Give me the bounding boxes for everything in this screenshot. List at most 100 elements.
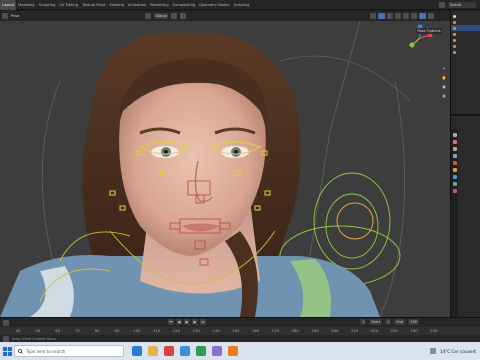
scene-selector: Scene	[439, 0, 476, 10]
current-frame-field[interactable]: 1	[360, 319, 367, 325]
system-tray: 14°C Cer couvert	[429, 342, 476, 360]
file-explorer-icon[interactable]	[148, 346, 158, 356]
timeline-tick-label: 90	[114, 328, 120, 333]
end-frame-field[interactable]: 250	[408, 319, 420, 325]
pose-options-button[interactable]: Pose Options	[416, 28, 442, 34]
start-frame-field[interactable]: 1	[385, 319, 392, 325]
zoom-icon[interactable]: +	[441, 66, 447, 72]
property-row[interactable]	[459, 147, 480, 155]
tab-layout[interactable]: Layout	[0, 0, 17, 10]
jump-end-icon[interactable]: ⏭	[200, 319, 206, 325]
blender-icon[interactable]	[228, 346, 238, 356]
transform-orientation-dropdown[interactable]: Global	[154, 13, 168, 19]
timeline-tick-label: 140	[212, 328, 220, 333]
windows-logo-icon	[2, 346, 12, 356]
timeline-tick-label: 230	[390, 328, 398, 333]
edge-browser-icon[interactable]	[180, 346, 190, 356]
overlay-icon[interactable]	[387, 13, 393, 19]
proportional-edit-icon[interactable]	[179, 13, 186, 19]
render-tab-icon[interactable]	[452, 140, 457, 144]
chrome-browser-icon[interactable]	[196, 346, 206, 356]
interaction-mode[interactable]: Pose	[11, 14, 19, 18]
frame-range: 1 Start 1 End 250	[360, 319, 420, 325]
hand-icon[interactable]: ✋	[441, 75, 447, 81]
timeline-tick-label: 210	[350, 328, 359, 333]
weather-icon[interactable]	[429, 348, 436, 354]
grid-icon[interactable]: ▦	[441, 93, 447, 99]
output-tab-icon[interactable]	[452, 147, 457, 151]
tab-rendering[interactable]: Rendering	[148, 0, 170, 10]
visibility-icon[interactable]	[370, 13, 376, 19]
timeline-editor-icon[interactable]	[3, 319, 9, 326]
properties-editor[interactable]	[451, 129, 480, 317]
tab-scripting[interactable]: Scripting	[231, 0, 251, 10]
timeline-tick-label: 150	[232, 328, 240, 333]
prev-keyframe-icon[interactable]: ◀	[176, 319, 182, 325]
timeline-tick-label: 160	[251, 328, 260, 333]
tool-tab-icon[interactable]	[452, 133, 457, 137]
material-shading-icon[interactable]	[411, 13, 417, 19]
timeline-tick-label: 190	[311, 328, 319, 333]
tab-shading[interactable]: Shading	[107, 0, 126, 10]
tab-modeling[interactable]: Modeling	[16, 0, 36, 10]
material-tab-icon[interactable]	[452, 189, 457, 193]
object-tab-icon[interactable]	[452, 168, 457, 172]
app-icon[interactable]	[212, 346, 222, 356]
object-icon	[453, 26, 456, 30]
timeline-tick-label: 250	[430, 328, 438, 333]
blender-window: Layout Modeling Sculpting UV Editing Tex…	[0, 0, 480, 360]
pivot-icon[interactable]	[145, 13, 152, 19]
weather-text[interactable]: 14°C Cer couvert	[440, 349, 476, 354]
timeline-ruler[interactable]: 40 50 60 70 80 90 100 110 120 130 140 150 160 170 180 1…	[0, 327, 480, 335]
shading-options-icon[interactable]	[428, 13, 434, 19]
right-pupil	[234, 150, 238, 154]
play-icon[interactable]: ▶	[184, 319, 190, 325]
jump-start-icon[interactable]: ⏮	[168, 319, 174, 325]
gizmo-toggle-icon[interactable]	[378, 13, 385, 19]
xray-icon[interactable]	[395, 13, 401, 19]
property-row[interactable]	[459, 139, 480, 147]
camera-icon[interactable]: ▣	[441, 84, 447, 90]
mail-icon[interactable]	[164, 346, 174, 356]
next-keyframe-icon[interactable]: ▶	[192, 319, 198, 325]
task-view-icon[interactable]	[132, 346, 142, 356]
tab-sculpting[interactable]: Sculpting	[37, 0, 58, 10]
scene-icon[interactable]	[439, 2, 445, 8]
left-pupil	[164, 150, 168, 154]
tab-texture-paint[interactable]: Texture Paint	[80, 0, 107, 10]
object-icon	[453, 38, 456, 42]
search-icon	[18, 348, 23, 354]
tab-compositing[interactable]: Compositing	[171, 0, 198, 10]
tab-geometry-nodes[interactable]: Geometry Nodes	[197, 0, 231, 10]
timeline-tick-label: 200	[331, 328, 339, 333]
modifier-tab-icon[interactable]	[452, 175, 457, 179]
tab-uv-editing[interactable]: UV Editing	[57, 0, 80, 10]
timeline-header: ⏮ ◀ ▶ ▶ ⏭ 1 Start 1 End 250	[0, 318, 480, 327]
timeline[interactable]: ⏮ ◀ ▶ ▶ ⏭ 1 Start 1 End 250 40 50 60 70 80 90…	[0, 317, 480, 342]
outliner-row[interactable]	[451, 49, 480, 55]
timeline-tick-label: 100	[133, 328, 141, 333]
end-frame-label: End	[394, 319, 406, 325]
status-bar: Drag Sheet Context Menu	[0, 335, 480, 342]
timeline-tick-label: 130	[192, 328, 200, 333]
timeline-tick-label: 80	[94, 328, 100, 333]
object-icon	[453, 20, 456, 24]
scene-tab-icon[interactable]	[452, 154, 457, 158]
snap-icon[interactable]	[170, 13, 177, 19]
property-row[interactable]	[459, 131, 480, 139]
world-tab-icon[interactable]	[452, 161, 457, 165]
solid-shading-icon[interactable]	[403, 13, 409, 19]
timeline-tick-label: 50	[35, 328, 41, 333]
taskbar-search-box[interactable]: Type here to search	[14, 345, 124, 357]
properties-body	[459, 131, 480, 155]
rendered-shading-icon[interactable]	[419, 13, 426, 19]
outliner[interactable]	[451, 11, 480, 116]
scene-name-field[interactable]: Scene	[448, 2, 476, 8]
3d-viewport[interactable]: + ✋ ▣ ▦ Pose Options	[0, 21, 450, 317]
tab-animation[interactable]: Animation	[126, 0, 148, 10]
windows-start-button[interactable]	[0, 342, 14, 360]
object-icon	[453, 44, 456, 48]
data-tab-icon[interactable]	[452, 182, 457, 186]
object-icon	[453, 32, 456, 36]
editor-type-icon[interactable]	[2, 13, 8, 19]
